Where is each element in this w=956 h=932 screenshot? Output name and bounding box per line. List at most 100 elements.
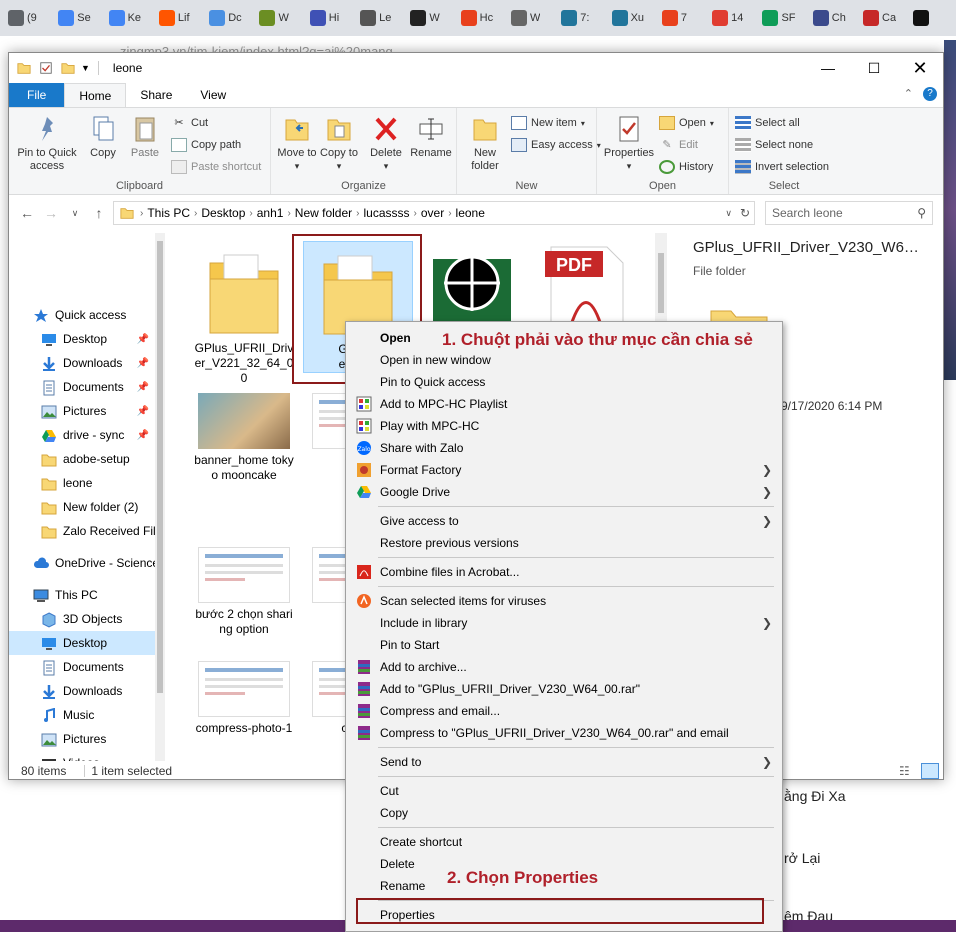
file-tile[interactable]: banner_home tokyo mooncake	[189, 393, 299, 483]
nav-item-drive-sync[interactable]: drive - sync 📌	[9, 423, 155, 447]
nav-item-downloads[interactable]: Downloads	[9, 679, 155, 703]
browser-tab[interactable]: 14	[708, 5, 758, 31]
nav-item-adobe-setup[interactable]: adobe-setup	[9, 447, 155, 471]
forward-arrow-icon[interactable]: →	[39, 205, 63, 221]
browser-tab[interactable]: Hc	[457, 5, 507, 31]
nav-item-pictures[interactable]: Pictures	[9, 727, 155, 751]
history-button[interactable]: History	[659, 160, 713, 174]
tab-file[interactable]: File	[9, 83, 65, 107]
nav-item-3d-objects[interactable]: 3D Objects	[9, 607, 155, 631]
browser-tab[interactable]: Ch	[809, 5, 859, 31]
browser-tab[interactable]: Le	[356, 5, 406, 31]
pin-icon[interactable]: 📌	[137, 358, 149, 369]
browser-tab[interactable]: W	[255, 5, 305, 31]
delete-button[interactable]: Delete ▾	[367, 114, 405, 173]
details-view-icon[interactable]: ☷	[899, 764, 910, 778]
back-arrow-icon[interactable]: ←	[15, 205, 39, 221]
menu-item-add-to-archive[interactable]: Add to archive...	[346, 656, 782, 678]
browser-tab[interactable]: W	[507, 5, 557, 31]
nav-item-onedrive-science[interactable]: OneDrive - Science	[9, 551, 159, 575]
address-history-icon[interactable]: ∨	[725, 208, 732, 219]
menu-item-format-factory[interactable]: Format Factory ❯	[346, 459, 782, 481]
new-folder-button[interactable]: New folder	[465, 114, 505, 173]
edit-button[interactable]: ✎ Edit	[659, 138, 698, 152]
refresh-icon[interactable]: ↻	[740, 206, 750, 220]
cut-button[interactable]: ✂ Cut	[171, 116, 208, 130]
menu-item-google-drive[interactable]: Google Drive ❯	[346, 481, 782, 503]
browser-tab[interactable]: Lif	[155, 5, 205, 31]
folder-tile[interactable]: GPlus_UFRII_Driver_V221_32_64_00	[189, 241, 299, 386]
menu-item-add-to-gplus-ufrii-driver-v230-w64-00-ra[interactable]: Add to "GPlus_UFRII_Driver_V230_W64_00.r…	[346, 678, 782, 700]
close-icon[interactable]: ✕	[897, 53, 943, 83]
copy-path-button[interactable]: Copy path	[171, 138, 241, 152]
pin-icon[interactable]: 📌	[137, 382, 149, 393]
copy-to-button[interactable]: Copy to ▾	[319, 114, 359, 173]
easy-access-button[interactable]: Easy access ▾	[511, 138, 601, 152]
menu-item-open-in-new-window[interactable]: Open in new window	[346, 349, 782, 371]
browser-tab[interactable]: Se	[54, 5, 104, 31]
quick-access-dropdown-icon[interactable]: ▼	[81, 63, 90, 73]
select-all-button[interactable]: Select all	[735, 116, 800, 130]
nav-item-desktop[interactable]: Desktop 📌	[9, 327, 155, 351]
browser-tab[interactable]: Dc	[205, 5, 255, 31]
minimize-icon[interactable]: —	[805, 53, 851, 83]
nav-item-documents[interactable]: Documents	[9, 655, 155, 679]
address-bar[interactable]: › This PC › Desktop › anh1 › New folder › lu…	[113, 201, 755, 225]
nav-item-videos[interactable]: Videos	[9, 751, 155, 761]
browser-tab[interactable]: Hi	[306, 5, 356, 31]
menu-item-pin-to-quick-access[interactable]: Pin to Quick access	[346, 371, 782, 393]
pin-quick-access-button[interactable]: Pin to Quick access	[13, 114, 81, 173]
menu-item-scan-selected-items-for-viruses[interactable]: Scan selected items for viruses	[346, 590, 782, 612]
search-input[interactable]: Search leone ⚲	[765, 201, 933, 225]
menu-item-compress-to-gplus-ufrii-driver-v230-w64-[interactable]: Compress to "GPlus_UFRII_Driver_V230_W64…	[346, 722, 782, 744]
browser-tab[interactable]: (9	[4, 5, 54, 31]
browser-tab[interactable]: 7	[658, 5, 708, 31]
pin-icon[interactable]: 📌	[137, 430, 149, 441]
breadcrumb-leone[interactable]: leone	[456, 206, 485, 220]
pin-icon[interactable]: 📌	[137, 334, 149, 345]
browser-tab[interactable]: Ke	[105, 5, 155, 31]
menu-item-share-with-zalo[interactable]: Zalo Share with Zalo	[346, 437, 782, 459]
breadcrumb-this-pc[interactable]: This PC	[147, 206, 190, 220]
navigation-scrollbar[interactable]	[155, 233, 165, 761]
recent-locations-icon[interactable]: ∨	[63, 208, 87, 219]
browser-tab[interactable]: Xu	[608, 5, 658, 31]
browser-tab[interactable]	[909, 5, 935, 31]
menu-item-pin-to-start[interactable]: Pin to Start	[346, 634, 782, 656]
large-icons-view-icon[interactable]	[921, 763, 939, 779]
menu-item-send-to[interactable]: Send to ❯	[346, 751, 782, 773]
file-tile[interactable]: compress-photo-1	[189, 661, 299, 736]
paste-button[interactable]: Paste	[125, 114, 165, 160]
nav-item-music[interactable]: Music	[9, 703, 155, 727]
move-to-button[interactable]: Move to ▾	[277, 114, 317, 173]
nav-item-new-folder-2-[interactable]: New folder (2)	[9, 495, 155, 519]
paste-shortcut-button[interactable]: Paste shortcut	[171, 160, 261, 174]
browser-tab[interactable]: Ca	[859, 5, 909, 31]
background-song-title[interactable]: rở Lại	[784, 850, 820, 866]
menu-item-play-with-mpc-hc[interactable]: Play with MPC-HC	[346, 415, 782, 437]
tab-view[interactable]: View	[186, 83, 240, 107]
properties-button[interactable]: Properties ▾	[601, 114, 657, 173]
menu-item-copy[interactable]: Copy	[346, 802, 782, 824]
browser-tab[interactable]: SF	[758, 5, 808, 31]
up-arrow-icon[interactable]: ↑	[87, 205, 111, 221]
rename-button[interactable]: Rename	[409, 114, 453, 160]
pin-icon[interactable]: 📌	[137, 406, 149, 417]
tab-share[interactable]: Share	[126, 83, 186, 107]
select-none-button[interactable]: Select none	[735, 138, 813, 152]
menu-item-compress-and-email[interactable]: Compress and email...	[346, 700, 782, 722]
browser-tab[interactable]: 7:	[557, 5, 607, 31]
nav-item-downloads[interactable]: Downloads 📌	[9, 351, 155, 375]
invert-selection-button[interactable]: Invert selection	[735, 160, 829, 174]
breadcrumb-over[interactable]: over	[421, 206, 444, 220]
breadcrumb-lucassss[interactable]: lucassss	[364, 206, 410, 220]
menu-item-create-shortcut[interactable]: Create shortcut	[346, 831, 782, 853]
collapse-ribbon-icon[interactable]: ⌃	[904, 87, 913, 100]
menu-item-give-access-to[interactable]: Give access to ❯	[346, 510, 782, 532]
menu-item-add-to-mpc-hc-playlist[interactable]: Add to MPC-HC Playlist	[346, 393, 782, 415]
menu-item-include-in-library[interactable]: Include in library ❯	[346, 612, 782, 634]
menu-item-combine-files-in-acrobat[interactable]: Combine files in Acrobat...	[346, 561, 782, 583]
breadcrumb-new-folder[interactable]: New folder	[295, 206, 352, 220]
menu-item-cut[interactable]: Cut	[346, 780, 782, 802]
nav-item-pictures[interactable]: Pictures 📌	[9, 399, 155, 423]
